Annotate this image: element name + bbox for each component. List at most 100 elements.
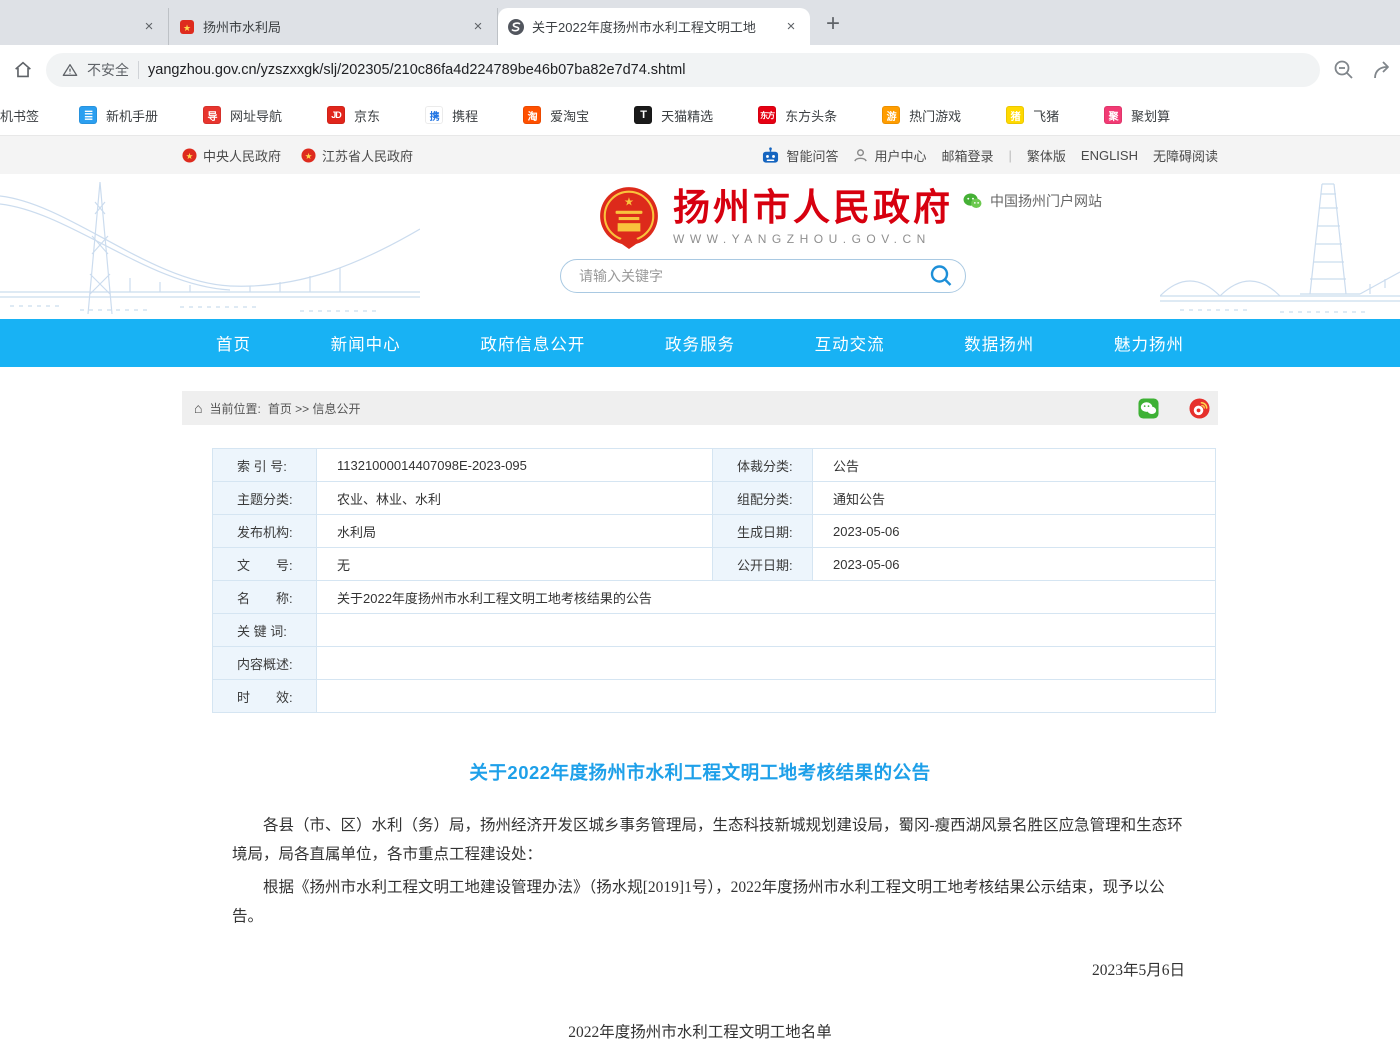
site-header: ★ 扬州市人民政府 WWW.YANGZHOU.GOV.CN 中国扬州门户网站 (0, 174, 1400, 319)
meta-value (317, 614, 1216, 647)
home-icon[interactable] (12, 59, 34, 81)
link-label: 邮箱登录 (941, 146, 993, 165)
meta-value: 水利局 (317, 515, 713, 548)
article-paragraph: 根据《扬州市水利工程文明工地建设管理办法》（扬水规[2019]1号），2022年… (182, 874, 1218, 931)
metadata-table: 索 引 号: 11321000014407098E-2023-095 体裁分类:… (212, 448, 1216, 713)
tab-partial[interactable]: × (0, 8, 168, 45)
url-text[interactable]: yangzhou.gov.cn/yzszxxgk/slj/202305/210c… (148, 62, 685, 78)
link-smart-qa[interactable]: 智能问答 (761, 146, 838, 165)
link-label: ENGLISH (1081, 148, 1138, 163)
nav-item-services[interactable]: 政务服务 (665, 331, 735, 355)
link-user-center[interactable]: 用户中心 (853, 146, 926, 165)
table-row: 关 键 词: (213, 614, 1216, 647)
meta-value: 11321000014407098E-2023-095 (317, 449, 713, 482)
home-icon: ⌂ (194, 400, 202, 416)
close-tab-icon[interactable]: × (782, 18, 800, 36)
table-row: 发布机构: 水利局 生成日期: 2023-05-06 (213, 515, 1216, 548)
meta-value: 通知公告 (813, 482, 1216, 515)
article-paragraph: 各县（市、区）水利（务）局，扬州经济开发区城乡事务管理局，生态科技新城规划建设局… (182, 812, 1218, 869)
bookmark-item[interactable]: 导 网址导航 (203, 106, 282, 125)
link-mail-login[interactable]: 邮箱登录 (941, 146, 993, 165)
bookmark-label: 热门游戏 (909, 106, 961, 125)
link-traditional[interactable]: 繁体版 (1027, 146, 1066, 165)
new-tab-button[interactable]: + (826, 12, 840, 36)
meta-label: 体裁分类: (713, 449, 813, 482)
table-row: 文 号: 无 公开日期: 2023-05-06 (213, 548, 1216, 581)
tab-title: 扬州市水利局 (203, 17, 461, 36)
nav-item-info-disclosure[interactable]: 政府信息公开 (480, 331, 585, 355)
bookmark-label: 聚划算 (1131, 106, 1170, 125)
link-english[interactable]: ENGLISH (1081, 148, 1138, 163)
security-label[interactable]: 不安全 (87, 60, 129, 80)
bookmark-label: 爱淘宝 (550, 106, 589, 125)
tab-active-article[interactable]: 关于2022年度扬州市水利工程文明工地 × (498, 8, 810, 45)
bookmark-item[interactable]: JD 京东 (327, 106, 380, 125)
meta-label: 时 效: (213, 680, 317, 713)
search-button[interactable] (928, 263, 954, 289)
table-row: 内容概述: (213, 647, 1216, 680)
bookmark-item[interactable]: 聚 聚划算 (1104, 106, 1170, 125)
zoom-out-icon[interactable] (1332, 58, 1356, 82)
bookmark-item[interactable]: 淘 爱淘宝 (523, 106, 589, 125)
close-tab-icon[interactable]: × (140, 18, 158, 36)
bookmark-item[interactable]: T 天猫精选 (634, 106, 713, 125)
nav-item-home[interactable]: 首页 (216, 331, 251, 355)
weibo-share-icon[interactable] (1189, 398, 1210, 419)
robot-icon (761, 147, 780, 164)
meta-value: 2023-05-06 (813, 515, 1216, 548)
nav-item-charm[interactable]: 魅力扬州 (1114, 331, 1184, 355)
search-input[interactable] (560, 259, 966, 293)
bookmark-item[interactable]: 东方 东方头条 (758, 106, 837, 125)
address-bar[interactable]: 不安全 yangzhou.gov.cn/yzszxxgk/slj/202305/… (46, 53, 1320, 87)
nav-item-interaction[interactable]: 互动交流 (815, 331, 885, 355)
wechat-icon (963, 193, 982, 209)
nav-item-data[interactable]: 数据扬州 (964, 331, 1034, 355)
bookmark-label: 携程 (452, 106, 478, 125)
bookmark-item[interactable]: 猪 飞猪 (1006, 106, 1059, 125)
bookmark-item[interactable]: 游 热门游戏 (882, 106, 961, 125)
tab-yangzhou-water-bureau[interactable]: ★ 扬州市水利局 × (168, 8, 498, 45)
table-row: 索 引 号: 11321000014407098E-2023-095 体裁分类:… (213, 449, 1216, 482)
tower-sketch-decoration (1160, 174, 1400, 319)
gov-emblem-favicon: ★ (179, 19, 195, 35)
site-logo[interactable]: ★ 扬州市人民政府 WWW.YANGZHOU.GOV.CN (598, 185, 953, 249)
juhuasuan-icon: 聚 (1104, 106, 1122, 124)
close-tab-icon[interactable]: × (469, 18, 487, 36)
bookmark-label: 新机手册 (106, 106, 158, 125)
share-icon[interactable] (1370, 58, 1396, 82)
bookmark-item[interactable]: 携 携程 (425, 106, 478, 125)
page-content: ⌂ 当前位置: 首页 >> 信息公开 索 引 号: 11321000014407… (182, 391, 1218, 1042)
link-central-gov[interactable]: ★ 中央人民政府 (182, 146, 281, 165)
bookmark-item[interactable]: ≣ 新机手册 (79, 106, 158, 125)
meta-value: 2023-05-06 (813, 548, 1216, 581)
meta-value: 关于2022年度扬州市水利工程文明工地考核结果的公告 (317, 581, 1216, 614)
bookmark-overflow[interactable]: 机书签 (0, 106, 39, 125)
svg-text:★: ★ (305, 150, 313, 160)
bookmark-label: 飞猪 (1033, 106, 1059, 125)
manual-icon: ≣ (79, 106, 97, 124)
toutiao-icon: 东方 (758, 106, 776, 124)
main-nav: 首页 新闻中心 政府信息公开 政务服务 互动交流 数据扬州 魅力扬州 (0, 319, 1400, 367)
gov-top-bar: ★ 中央人民政府 ★ 江苏省人民政府 智能问答 用户中心 邮箱登录 | (0, 135, 1400, 174)
wechat-share-icon[interactable] (1138, 398, 1159, 419)
bookmark-label: 京东 (354, 106, 380, 125)
bookmark-label: 东方头条 (785, 106, 837, 125)
table-row: 时 效: (213, 680, 1216, 713)
meta-label: 主题分类: (213, 482, 317, 515)
gov-emblem-icon: ★ (182, 148, 197, 163)
meta-label: 索 引 号: (213, 449, 317, 482)
meta-label: 内容概述: (213, 647, 317, 680)
meta-label: 文 号: (213, 548, 317, 581)
link-jiangsu-gov[interactable]: ★ 江苏省人民政府 (301, 146, 413, 165)
breadcrumb-path[interactable]: 首页 >> 信息公开 (268, 400, 361, 417)
national-emblem-icon: ★ (598, 185, 660, 249)
bookmark-label: 网址导航 (230, 106, 282, 125)
link-accessibility[interactable]: 无障碍阅读 (1153, 146, 1218, 165)
meta-value: 无 (317, 548, 713, 581)
nav-item-news[interactable]: 新闻中心 (331, 331, 401, 355)
portal-link[interactable]: 中国扬州门户网站 (963, 191, 1102, 211)
ctrip-icon: 携 (425, 106, 443, 124)
taobao-icon: 淘 (523, 106, 541, 124)
meta-label: 组配分类: (713, 482, 813, 515)
meta-value (317, 680, 1216, 713)
